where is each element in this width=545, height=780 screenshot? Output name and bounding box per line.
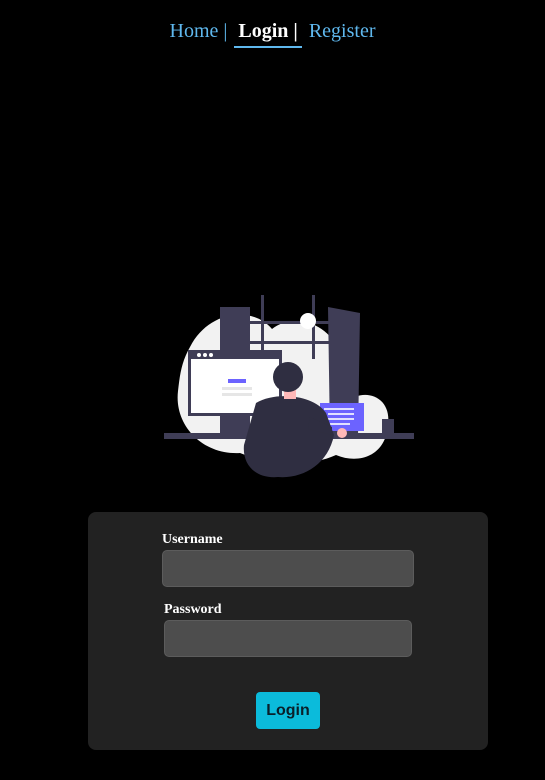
person-head (273, 362, 303, 392)
window-mullion-left (261, 295, 264, 359)
nav-home-link[interactable]: Home | (170, 20, 228, 42)
monitor-stand (228, 416, 242, 433)
person-hand (337, 428, 347, 438)
window-frame-top (248, 321, 330, 324)
nav-register-link[interactable]: Register (309, 20, 376, 42)
laptop-text (328, 413, 354, 415)
person-body (243, 396, 334, 478)
person-at-computer-illustration (164, 295, 414, 478)
window-dot (209, 353, 213, 357)
screen-accent-bar (228, 379, 246, 383)
window-frame-mid (248, 341, 330, 344)
mug (382, 419, 394, 433)
moon (300, 313, 316, 329)
username-input[interactable] (162, 550, 414, 587)
screen-line (222, 387, 252, 390)
screen-line (222, 393, 252, 396)
top-nav: Home | Login | Register (0, 20, 545, 43)
window-dot (197, 353, 201, 357)
laptop-text (326, 418, 354, 420)
username-label: Username (162, 532, 223, 547)
laptop-text (330, 423, 350, 425)
login-form-card: Username Password Login (88, 512, 488, 750)
window-dot (203, 353, 207, 357)
laptop-text (324, 408, 354, 410)
nav-login-link[interactable]: Login | (234, 20, 301, 42)
password-input[interactable] (164, 620, 412, 657)
login-button[interactable]: Login (256, 692, 320, 729)
password-label: Password (164, 602, 222, 617)
